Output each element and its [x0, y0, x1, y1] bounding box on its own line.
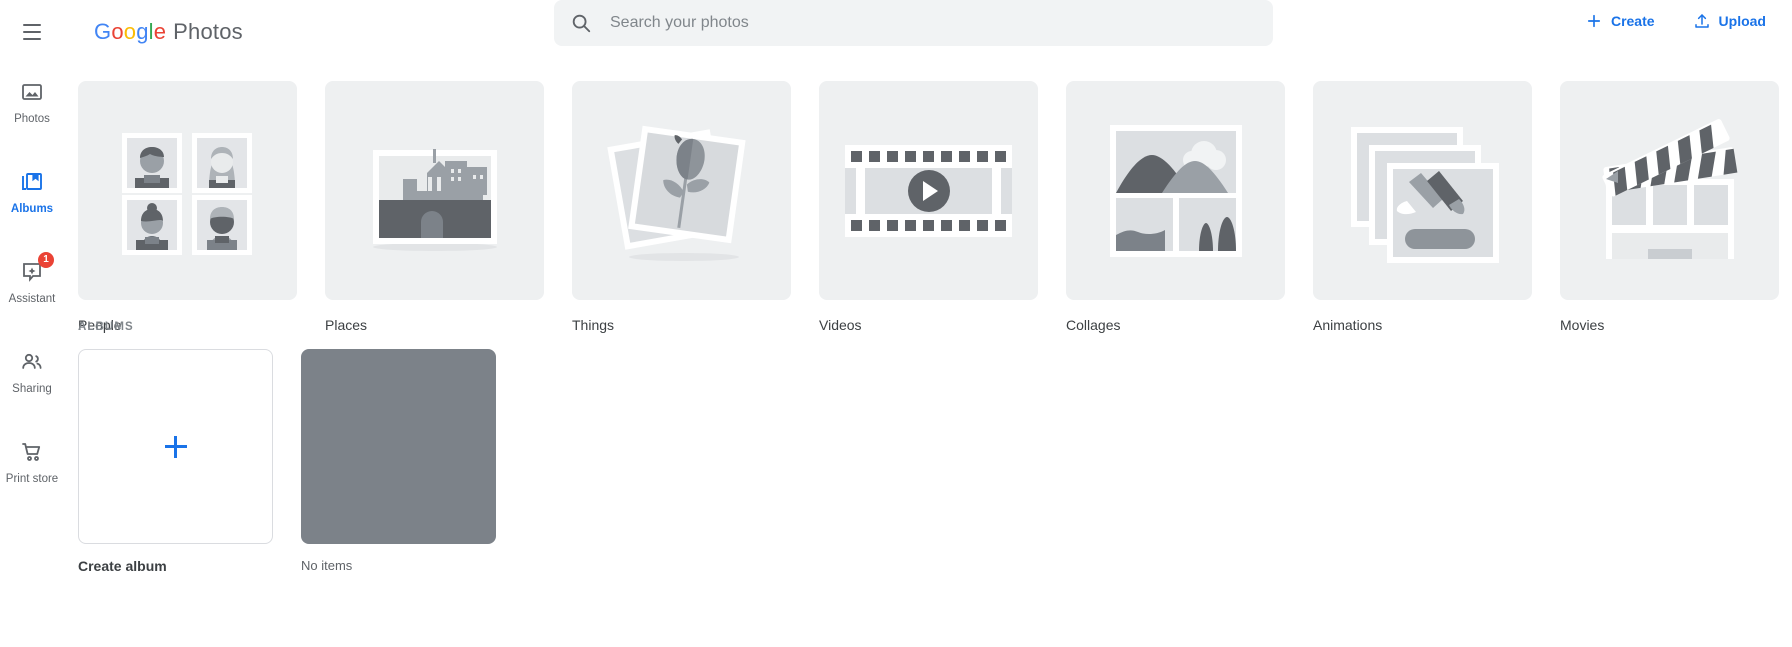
- albums-book-icon: [20, 170, 44, 194]
- app-header: GooglePhotos Search your photos Create: [0, 0, 1792, 64]
- category-places-label: Places: [325, 316, 544, 334]
- logo-letter-o1: o: [111, 19, 123, 44]
- upload-icon: [1693, 12, 1711, 30]
- sidebar-item-photos[interactable]: Photos: [0, 80, 64, 148]
- sidebar-item-print-store[interactable]: Print store: [0, 440, 64, 508]
- people-avatars-thumb[interactable]: [78, 81, 297, 300]
- main-content: People: [64, 64, 1792, 647]
- hamburger-menu-icon[interactable]: [8, 8, 56, 56]
- sidebar: Photos Albums 1 Assistant: [0, 64, 64, 647]
- sidebar-item-sharing-label: Sharing: [12, 383, 52, 396]
- create-album-tile[interactable]: [78, 349, 273, 544]
- search-input[interactable]: Search your photos: [610, 14, 749, 32]
- category-places[interactable]: Places: [325, 81, 544, 334]
- sidebar-item-print-store-label: Print store: [6, 473, 58, 486]
- category-collages-label: Collages: [1066, 316, 1285, 334]
- google-photos-logo: GooglePhotos: [94, 19, 243, 45]
- logo-letter-o2: o: [124, 19, 136, 44]
- album-subtitle: No items: [301, 558, 496, 573]
- category-movies-label: Movies: [1560, 316, 1779, 334]
- sidebar-item-sharing[interactable]: Sharing: [0, 350, 64, 418]
- category-collages[interactable]: Collages: [1066, 81, 1285, 334]
- create-button-label: Create: [1611, 13, 1655, 29]
- create-album-label: Create album: [78, 558, 273, 574]
- category-things-label: Things: [572, 316, 791, 334]
- sidebar-item-photos-label: Photos: [14, 113, 50, 126]
- create-button[interactable]: Create: [1581, 6, 1659, 36]
- plus-icon: [1585, 12, 1603, 30]
- photo-icon: [20, 80, 44, 104]
- category-people[interactable]: People: [78, 81, 297, 334]
- logo-letter-g: G: [94, 19, 111, 44]
- people-icon: [20, 350, 44, 374]
- clapperboard-thumb[interactable]: [1560, 81, 1779, 300]
- category-animations-label: Animations: [1313, 316, 1532, 334]
- sidebar-item-assistant-label: Assistant: [9, 293, 56, 306]
- create-album-cell[interactable]: Create album: [78, 349, 273, 574]
- sidebar-item-albums-label: Albums: [11, 203, 53, 216]
- category-videos-label: Videos: [819, 316, 1038, 334]
- sidebar-item-assistant[interactable]: 1 Assistant: [0, 260, 64, 328]
- search-icon: [570, 12, 592, 34]
- upload-button-label: Upload: [1719, 13, 1766, 29]
- stacked-photos-thumb[interactable]: [1313, 81, 1532, 300]
- albums-section-title: ALBUMS: [78, 321, 134, 333]
- category-row: People: [78, 81, 1779, 334]
- flower-photo-thumb[interactable]: [572, 81, 791, 300]
- upload-button[interactable]: Upload: [1689, 6, 1770, 36]
- assistant-icon: 1: [20, 260, 44, 284]
- category-movies[interactable]: Movies: [1560, 81, 1779, 334]
- album-thumbnail[interactable]: [301, 349, 496, 544]
- film-strip-play-thumb[interactable]: [819, 81, 1038, 300]
- logo-product-name: Photos: [173, 19, 243, 44]
- category-animations[interactable]: Animations: [1313, 81, 1532, 334]
- category-things[interactable]: Things: [572, 81, 791, 334]
- collage-grid-thumb[interactable]: [1066, 81, 1285, 300]
- logo-letter-g2: g: [136, 19, 148, 44]
- plus-icon: [165, 436, 187, 458]
- logo-letter-e: e: [154, 19, 166, 44]
- cityscape-photo-thumb[interactable]: [325, 81, 544, 300]
- header-actions: Create Upload: [1581, 6, 1770, 36]
- albums-row: Create album No items: [78, 349, 496, 574]
- album-cell[interactable]: No items: [301, 349, 496, 574]
- category-videos[interactable]: Videos: [819, 81, 1038, 334]
- cart-icon: [20, 440, 44, 464]
- search-bar[interactable]: Search your photos: [554, 0, 1273, 46]
- assistant-badge: 1: [38, 252, 54, 268]
- sidebar-item-albums[interactable]: Albums: [0, 170, 64, 238]
